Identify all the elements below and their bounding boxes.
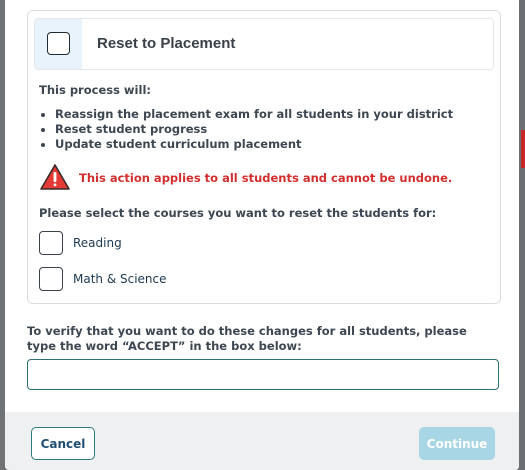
card-header: Reset to Placement [34, 18, 494, 70]
reading-checkbox[interactable] [39, 231, 63, 255]
reset-card: Reset to Placement This process will: Re… [27, 10, 501, 304]
backdrop-red-marker [521, 130, 525, 168]
list-item: Update student curriculum placement [39, 137, 453, 152]
list-item: Reset student progress [39, 122, 453, 137]
verify-instructions: To verify that you want to do these chan… [27, 324, 467, 353]
modal-footer: Cancel Continue [5, 412, 519, 470]
course-label: Math & Science [73, 272, 167, 286]
math-science-checkbox[interactable] [39, 267, 63, 291]
reset-to-placement-checkbox[interactable] [47, 32, 70, 55]
process-list: Reassign the placement exam for all stud… [39, 107, 453, 152]
accept-input[interactable] [27, 359, 499, 390]
cancel-button[interactable]: Cancel [31, 427, 95, 460]
header-checkbox-area [35, 19, 82, 69]
process-intro: This process will: [39, 83, 151, 97]
course-label: Reading [73, 236, 122, 250]
reset-modal: Reset to Placement This process will: Re… [5, 0, 519, 470]
bullet-icon [41, 128, 45, 132]
list-item: Reassign the placement exam for all stud… [39, 107, 453, 122]
warning-message: This action applies to all students and … [79, 171, 453, 185]
continue-button[interactable]: Continue [419, 427, 495, 460]
bullet-icon [41, 143, 45, 147]
bullet-icon [41, 113, 45, 117]
warning-triangle-icon [40, 164, 70, 190]
course-select-label: Please select the courses you want to re… [39, 206, 437, 220]
card-title: Reset to Placement [97, 35, 236, 52]
